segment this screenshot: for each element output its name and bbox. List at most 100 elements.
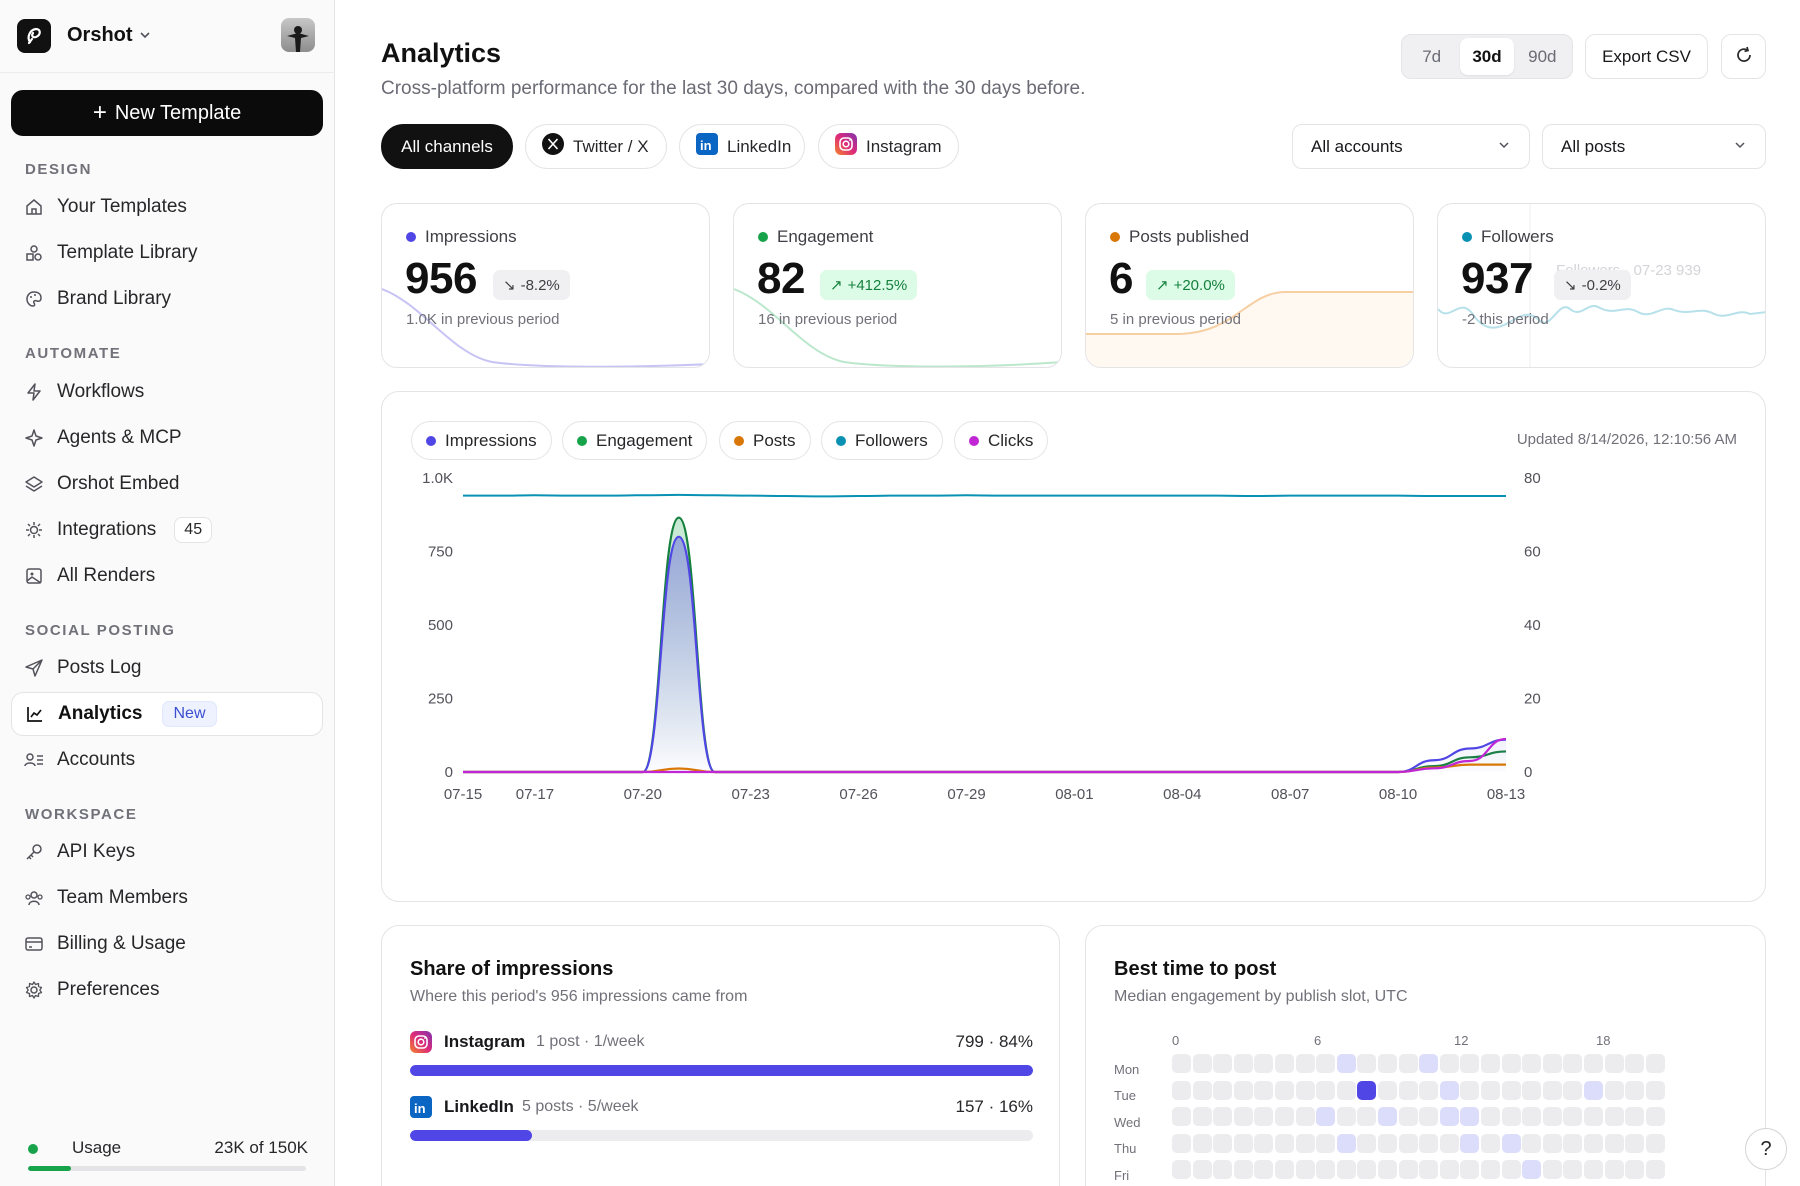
sidebar-item-integrations[interactable]: Integrations 45 bbox=[11, 508, 323, 552]
heatmap-cell[interactable] bbox=[1213, 1107, 1233, 1126]
heatmap-cell[interactable] bbox=[1233, 1080, 1253, 1100]
heatmap-cell[interactable] bbox=[1604, 1080, 1624, 1100]
kpi-card-impressions[interactable]: Impressions 956 ↘ -8.2% 1.0K in previous … bbox=[381, 203, 710, 368]
channel-pill-twitter[interactable]: Twitter / X bbox=[525, 124, 667, 169]
posts-select[interactable]: All posts bbox=[1542, 124, 1766, 169]
heatmap-cell[interactable] bbox=[1419, 1107, 1439, 1126]
heatmap-cell[interactable] bbox=[1625, 1080, 1645, 1100]
heatmap-cell[interactable] bbox=[1522, 1133, 1542, 1153]
heatmap-cell[interactable] bbox=[1563, 1107, 1583, 1126]
sidebar-item-workflows[interactable]: Workflows bbox=[11, 370, 323, 414]
heatmap-cell[interactable] bbox=[1419, 1133, 1439, 1153]
heatmap-cell[interactable] bbox=[1254, 1133, 1274, 1153]
heatmap-cell[interactable] bbox=[1275, 1080, 1294, 1100]
heatmap-cell[interactable] bbox=[1398, 1054, 1418, 1073]
heatmap-cell[interactable] bbox=[1336, 1107, 1356, 1126]
sidebar-item-billing-usage[interactable]: Billing & Usage bbox=[11, 922, 323, 966]
heatmap-cell[interactable] bbox=[1336, 1133, 1356, 1153]
sidebar-item-analytics[interactable]: Analytics New bbox=[11, 692, 323, 736]
range-90d-button[interactable]: 90d bbox=[1516, 38, 1569, 75]
heatmap-cell[interactable] bbox=[1563, 1133, 1583, 1153]
heatmap-cell[interactable] bbox=[1584, 1160, 1603, 1179]
heatmap-cell[interactable] bbox=[1192, 1133, 1212, 1153]
heatmap-cell[interactable] bbox=[1439, 1133, 1459, 1153]
range-7d-button[interactable]: 7d bbox=[1405, 38, 1458, 75]
heatmap-cell[interactable] bbox=[1522, 1054, 1542, 1073]
heatmap-cell[interactable] bbox=[1172, 1160, 1191, 1179]
heatmap-cell[interactable] bbox=[1501, 1054, 1521, 1073]
heatmap-cell[interactable] bbox=[1625, 1107, 1645, 1126]
heatmap-cell[interactable] bbox=[1336, 1054, 1356, 1073]
heatmap-cell[interactable] bbox=[1439, 1080, 1459, 1100]
heatmap-cell[interactable] bbox=[1563, 1160, 1583, 1179]
heatmap-cell[interactable] bbox=[1254, 1107, 1274, 1126]
heatmap-cell[interactable] bbox=[1522, 1107, 1542, 1126]
heatmap-cell[interactable] bbox=[1604, 1133, 1624, 1153]
heatmap-cell[interactable] bbox=[1460, 1133, 1480, 1153]
heatmap-cell[interactable] bbox=[1213, 1133, 1233, 1153]
heatmap-cell[interactable] bbox=[1357, 1107, 1377, 1126]
kpi-card-followers[interactable]: Followers · 07-23 939 Followers 937 ↘ -0.… bbox=[1437, 203, 1766, 368]
channel-pill-instagram[interactable]: Instagram bbox=[818, 124, 959, 169]
heatmap-cell[interactable] bbox=[1254, 1054, 1274, 1073]
heatmap-cell[interactable] bbox=[1563, 1054, 1583, 1073]
heatmap-cell[interactable] bbox=[1295, 1107, 1315, 1126]
refresh-button[interactable] bbox=[1721, 34, 1766, 79]
heatmap-cell[interactable] bbox=[1357, 1133, 1377, 1153]
heatmap-cell[interactable] bbox=[1419, 1160, 1439, 1179]
heatmap-cell[interactable] bbox=[1542, 1133, 1562, 1153]
heatmap-cell[interactable] bbox=[1378, 1133, 1397, 1153]
heatmap-cell[interactable] bbox=[1460, 1080, 1480, 1100]
heatmap-cell[interactable] bbox=[1439, 1054, 1459, 1073]
heatmap-cell[interactable] bbox=[1522, 1160, 1542, 1179]
sidebar-item-template-library[interactable]: Template Library bbox=[11, 231, 323, 275]
heatmap-cell[interactable] bbox=[1192, 1107, 1212, 1126]
sidebar-item-posts-log[interactable]: Posts Log bbox=[11, 646, 323, 690]
heatmap-cell[interactable] bbox=[1501, 1133, 1521, 1153]
heatmap-cell[interactable] bbox=[1192, 1080, 1212, 1100]
heatmap-cell[interactable] bbox=[1501, 1160, 1521, 1179]
heatmap-cell[interactable] bbox=[1398, 1080, 1418, 1100]
heatmap-cell[interactable] bbox=[1584, 1133, 1603, 1153]
heatmap-cell[interactable] bbox=[1460, 1160, 1480, 1179]
heatmap-cell[interactable] bbox=[1625, 1133, 1645, 1153]
heatmap-cell[interactable] bbox=[1645, 1080, 1665, 1100]
channel-pill-linkedin[interactable]: in LinkedIn bbox=[679, 124, 805, 169]
channel-pill-all[interactable]: All channels bbox=[381, 124, 513, 169]
heatmap-cell[interactable] bbox=[1172, 1133, 1191, 1153]
sidebar-item-your-templates[interactable]: Your Templates bbox=[11, 185, 323, 229]
avatar[interactable] bbox=[281, 18, 315, 52]
heatmap-cell[interactable] bbox=[1460, 1107, 1480, 1126]
sidebar-item-accounts[interactable]: Accounts bbox=[11, 738, 323, 782]
heatmap-cell[interactable] bbox=[1192, 1160, 1212, 1179]
heatmap-cell[interactable] bbox=[1233, 1133, 1253, 1153]
new-template-button[interactable]: + New Template bbox=[11, 90, 323, 136]
heatmap-cell[interactable] bbox=[1316, 1107, 1336, 1126]
heatmap-cell[interactable] bbox=[1542, 1080, 1562, 1100]
engagement-series-line[interactable] bbox=[462, 516, 1507, 774]
heatmap-cell[interactable] bbox=[1604, 1107, 1624, 1126]
heatmap-cell[interactable] bbox=[1316, 1133, 1336, 1153]
heatmap-cell[interactable] bbox=[1295, 1080, 1315, 1100]
heatmap-cell[interactable] bbox=[1625, 1160, 1645, 1179]
heatmap-cell[interactable] bbox=[1501, 1080, 1521, 1100]
heatmap-cell[interactable] bbox=[1584, 1054, 1603, 1073]
heatmap-cell[interactable] bbox=[1336, 1080, 1356, 1100]
heatmap-cell[interactable] bbox=[1378, 1160, 1397, 1179]
workspace-switcher[interactable]: Orshot bbox=[0, 0, 335, 73]
share-row-instagram[interactable]: Instagram 1 post · 1/week 799 · 84% bbox=[410, 1031, 1033, 1081]
heatmap-cell[interactable] bbox=[1316, 1160, 1336, 1179]
heatmap-cell[interactable] bbox=[1419, 1054, 1439, 1073]
heatmap-cell[interactable] bbox=[1501, 1107, 1521, 1126]
sidebar-item-api-keys[interactable]: API Keys bbox=[11, 830, 323, 874]
heatmap-cell[interactable] bbox=[1481, 1133, 1500, 1153]
heatmap-cell[interactable] bbox=[1645, 1054, 1665, 1073]
followers-series-line[interactable] bbox=[462, 493, 1506, 498]
performance-chart[interactable]: 0 250 500 750 1.0K 0 20 40 60 80 07-15 07-17 07-20 07… bbox=[382, 392, 1767, 903]
heatmap-cell[interactable] bbox=[1275, 1107, 1294, 1126]
heatmap-cell[interactable] bbox=[1481, 1107, 1500, 1126]
heatmap-cell[interactable] bbox=[1316, 1080, 1336, 1100]
heatmap-cell[interactable] bbox=[1419, 1080, 1439, 1100]
heatmap-cell[interactable] bbox=[1460, 1054, 1480, 1073]
heatmap-cell[interactable] bbox=[1172, 1080, 1191, 1100]
